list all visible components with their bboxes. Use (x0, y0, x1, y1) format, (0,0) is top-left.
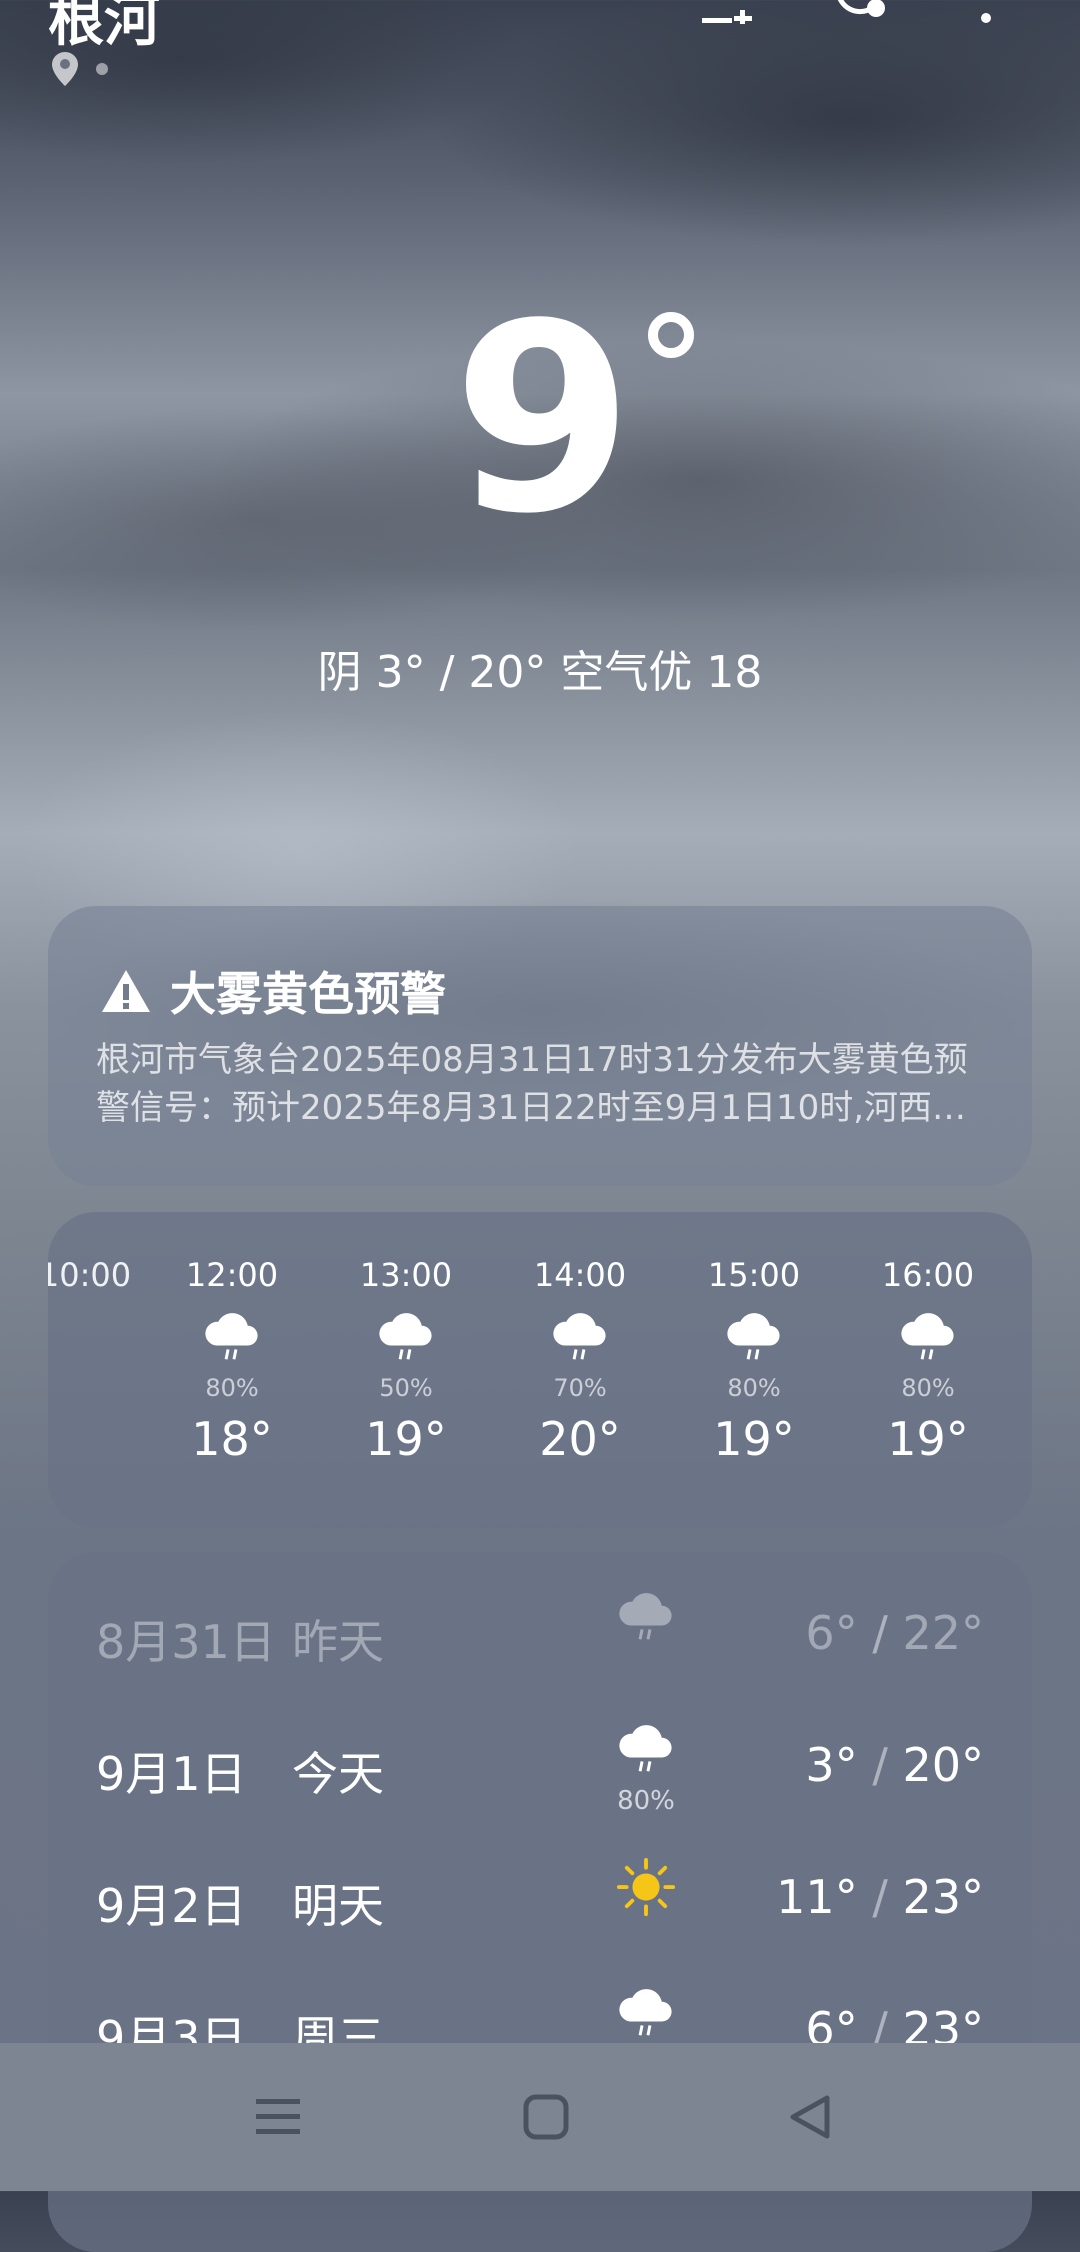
top-bar: 根河 (0, 0, 1080, 86)
city-name: 根河 (48, 0, 160, 54)
add-city-icon[interactable] (700, 0, 764, 40)
home-icon (523, 2094, 569, 2140)
sun-icon (616, 1857, 676, 1917)
hourly-forecast-card[interactable]: 10:00 12:00 80% 18° 13:00 50% 19° 14:00 70% 20° 1… (48, 1212, 1032, 1528)
hourly-temp: 19° (365, 1412, 447, 1466)
hourly-item: 12:00 80% 18° (145, 1256, 319, 1466)
rain-cloud-icon (619, 1989, 672, 2036)
alert-title-row: 大雾黄色预警 (100, 958, 446, 1024)
location-indicator (52, 52, 108, 86)
hourly-precip: 80% (901, 1374, 955, 1402)
rain-cloud-icon (553, 1313, 606, 1360)
rain-cloud-icon (727, 1313, 780, 1360)
weather-alert-card[interactable]: 大雾黄色预警 根河市气象台2025年08月31日17时31分发布大雾黄色预警信号… (48, 906, 1032, 1186)
menu-icon (256, 2099, 300, 2134)
hourly-time: 14:00 (533, 1256, 627, 1294)
hourly-precip: 70% (553, 1374, 607, 1402)
daily-date: 9月1日 (96, 1747, 247, 1801)
daily-row[interactable]: 8月31日 昨天 6° / 22° (96, 1592, 984, 1682)
back-nav-button[interactable] (750, 2043, 870, 2191)
rain-cloud-icon (379, 1313, 432, 1360)
more-options-icon[interactable] (978, 0, 994, 36)
hourly-item: 14:00 70% 20° (493, 1256, 667, 1466)
page-dot (96, 63, 108, 75)
hourly-precip: 50% (379, 1374, 433, 1402)
hourly-time: 16:00 (881, 1256, 975, 1294)
daily-temp-range: 3° / 20° (805, 1738, 984, 1792)
daily-row[interactable]: 9月1日 今天 80% 3° / 20° (96, 1724, 984, 1817)
daily-precip: 80% (617, 1786, 675, 1817)
daily-temp-range: 6° / 22° (805, 1606, 984, 1660)
rain-cloud-icon (901, 1313, 954, 1360)
warning-icon (102, 970, 150, 1012)
hourly-precip: 80% (205, 1374, 259, 1402)
hourly-time: 15:00 (707, 1256, 801, 1294)
hourly-time: 12:00 (185, 1256, 279, 1294)
hourly-temp: 19° (713, 1412, 795, 1466)
back-icon (790, 2095, 830, 2139)
hourly-precip: 80% (727, 1374, 781, 1402)
hourly-item-partial-right: 1 (1018, 1256, 1032, 1294)
current-temperature: 9 (452, 269, 634, 571)
rain-cloud-icon (619, 1593, 672, 1640)
alert-title: 大雾黄色预警 (170, 967, 446, 1021)
daily-row[interactable]: 9月2日 明天 11° / 23° (96, 1856, 984, 1946)
daily-day: 今天 (292, 1747, 384, 1801)
rain-cloud-icon (619, 1725, 672, 1772)
hourly-time: 13:00 (359, 1256, 453, 1294)
alert-text: 根河市气象台2025年08月31日17时31分发布大雾黄色预警信号：预计2025… (96, 1040, 968, 1128)
location-pin-icon (52, 52, 78, 86)
menu-nav-button[interactable] (218, 2043, 338, 2191)
hourly-temp: 20° (539, 1412, 621, 1466)
hourly-item: 15:00 80% 19° (667, 1256, 841, 1466)
daily-day: 明天 (292, 1879, 384, 1933)
system-nav-bar (0, 2043, 1080, 2191)
moon-mode-icon[interactable] (828, 0, 888, 30)
daily-date: 9月2日 (96, 1879, 247, 1933)
home-nav-button[interactable] (486, 2043, 606, 2191)
daily-temp-range: 11° / 23° (776, 1870, 984, 1924)
daily-day: 昨天 (292, 1615, 384, 1669)
hourly-temp: 19° (887, 1412, 969, 1466)
daily-date: 8月31日 (96, 1615, 276, 1669)
hourly-item: 16:00 80% 19° (841, 1256, 1015, 1466)
hourly-temp: 18° (191, 1412, 273, 1466)
weather-summary: 阴 3° / 20° 空气优 18 (317, 647, 763, 698)
hourly-item: 13:00 50% 19° (319, 1256, 493, 1466)
degree-symbol (648, 312, 694, 358)
rain-cloud-icon (205, 1313, 258, 1360)
